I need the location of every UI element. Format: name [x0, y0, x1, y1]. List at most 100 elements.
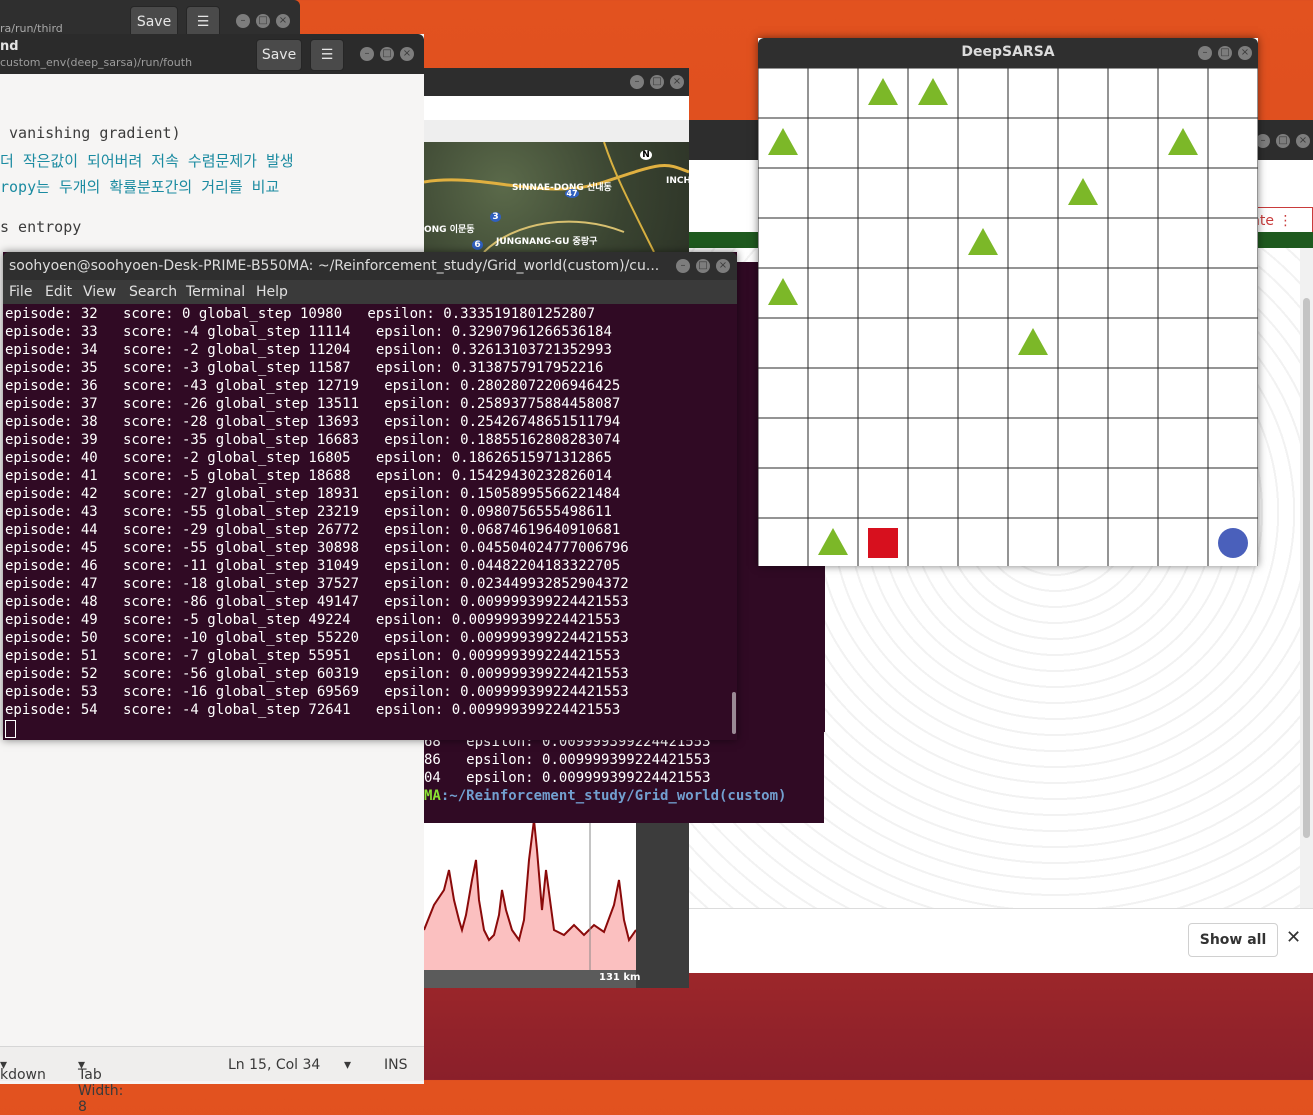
- prompt-host: MA: [424, 788, 441, 804]
- terminal-row: episode: 32 score: 0 global_step 10980 e…: [5, 306, 596, 322]
- tab-width-label: Tab Width: 8: [78, 1067, 124, 1115]
- minimize-icon[interactable]: –: [1198, 46, 1212, 60]
- maximize-icon[interactable]: □: [256, 14, 270, 28]
- elevation-chart: [423, 819, 637, 988]
- minimize-icon[interactable]: –: [676, 259, 690, 273]
- terminal-window: soohyoen@soohyoen-Desk-PRIME-B550MA: ~/R…: [3, 252, 737, 740]
- terminal-row: episode: 46 score: -11 global_step 31049…: [5, 558, 621, 574]
- terminal-prompt: MA:~/Reinforcement_study/Grid_world(cust…: [424, 788, 786, 804]
- maximize-icon[interactable]: □: [1218, 46, 1232, 60]
- maximize-icon[interactable]: □: [380, 47, 394, 61]
- terminal-row: episode: 39 score: -35 global_step 16683…: [5, 432, 621, 448]
- scrollbar-thumb[interactable]: [1303, 298, 1310, 838]
- download-bar-close-icon[interactable]: ✕: [1286, 927, 1301, 948]
- menu-help[interactable]: Help: [256, 284, 288, 300]
- terminal-header: soohyoen@soohyoen-Desk-PRIME-B550MA: ~/R…: [3, 252, 737, 280]
- chevron-down-icon[interactable]: ▾: [344, 1057, 351, 1073]
- terminal-row: episode: 50 score: -10 global_step 55220…: [5, 630, 629, 646]
- kebab-menu-icon[interactable]: ⋮: [1278, 213, 1292, 229]
- route-badge: 3: [490, 212, 501, 222]
- obstacle-triangle: [1068, 178, 1098, 205]
- code-line: s entropy: [0, 218, 82, 236]
- show-all-button[interactable]: Show all: [1188, 923, 1278, 957]
- download-bar: Show all ✕: [688, 908, 1313, 973]
- tab-width-selector[interactable]: Tab Width: 8 ▾: [78, 1057, 123, 1115]
- insert-mode: INS: [384, 1057, 408, 1073]
- editor-path: custom_env(deep_sarsa)/run/fouth: [0, 56, 193, 69]
- menu-search[interactable]: Search: [129, 284, 177, 300]
- menu-edit[interactable]: Edit: [45, 284, 72, 300]
- obstacle-triangle: [768, 128, 798, 155]
- grid-world-canvas: [758, 68, 1258, 566]
- deepsarsa-header: DeepSARSA – □ ×: [758, 38, 1258, 68]
- obstacle-triangle: [968, 228, 998, 255]
- terminal-line-step: 86: [424, 752, 441, 768]
- terminal-row: episode: 54 score: -4 global_step 72641 …: [5, 702, 621, 718]
- close-icon[interactable]: ×: [716, 259, 730, 273]
- terminal-row: episode: 44 score: -29 global_step 26772…: [5, 522, 621, 538]
- terminal-back-window: 68 epsilon: 0.009999399224421553 86 epsi…: [424, 728, 824, 823]
- menu-view[interactable]: View: [83, 284, 116, 300]
- cursor-position: Ln 15, Col 34: [228, 1057, 321, 1073]
- deepsarsa-title: DeepSARSA: [961, 44, 1055, 60]
- obstacle-triangle: [818, 528, 848, 555]
- agent-square: [868, 528, 898, 558]
- minimize-icon[interactable]: –: [630, 75, 644, 89]
- terminal-row: episode: 36 score: -43 global_step 12719…: [5, 378, 621, 394]
- menu-terminal[interactable]: Terminal: [186, 284, 245, 300]
- satellite-map[interactable]: SINNAE-DONG 신내동 JUNGNANG-GU 중랑구 ONG 이문동 …: [424, 142, 689, 252]
- terminal-row: episode: 47 score: -18 global_step 37527…: [5, 576, 629, 592]
- close-icon[interactable]: ×: [670, 75, 684, 89]
- language-selector[interactable]: kdown ▾: [0, 1057, 46, 1083]
- terminal-output[interactable]: episode: 32 score: 0 global_step 10980 e…: [3, 304, 737, 740]
- map-label: ONG 이문동: [424, 225, 475, 235]
- terminal-line: 86 epsilon: 0.009999399224421553: [424, 752, 711, 768]
- maximize-icon[interactable]: □: [1276, 134, 1290, 148]
- map-url-bar[interactable]: [424, 96, 689, 120]
- close-icon[interactable]: ×: [1238, 46, 1252, 60]
- terminal-row: episode: 34 score: -2 global_step 11204 …: [5, 342, 612, 358]
- terminal-row: episode: 51 score: -7 global_step 55951 …: [5, 648, 621, 664]
- terminal-row: episode: 33 score: -4 global_step 11114 …: [5, 324, 612, 340]
- obstacle-triangle: [918, 78, 948, 105]
- terminal-scrollbar[interactable]: [732, 692, 736, 734]
- map-window-header: – □ ×: [424, 68, 689, 96]
- minimize-icon[interactable]: –: [1256, 134, 1270, 148]
- browser-scrollbar[interactable]: [1300, 248, 1313, 908]
- menu-file[interactable]: File: [9, 284, 32, 300]
- maximize-icon[interactable]: □: [650, 75, 664, 89]
- editor-header: nd custom_env(deep_sarsa)/run/fouth Save…: [0, 34, 424, 74]
- deepsarsa-window: DeepSARSA – □ ×: [758, 38, 1258, 566]
- map-label: INCH: [666, 176, 689, 186]
- terminal-line: 04 epsilon: 0.009999399224421553: [424, 770, 711, 786]
- code-line: ropy는 두개의 확률분포간의 거리를 비교: [0, 178, 280, 196]
- code-line: vanishing gradient): [0, 124, 181, 142]
- terminal-line-epsilon: epsilon: 0.009999399224421553: [466, 752, 711, 768]
- terminal-row: episode: 53 score: -16 global_step 69569…: [5, 684, 629, 700]
- terminal-row: episode: 48 score: -86 global_step 49147…: [5, 594, 629, 610]
- obstacle-triangle: [868, 78, 898, 105]
- code-line: 더 작은값이 되어버려 저속 수렴문제가 발생: [0, 152, 294, 170]
- save-button[interactable]: Save: [256, 39, 302, 71]
- map-toolbar: [424, 120, 689, 142]
- close-icon[interactable]: ×: [1296, 134, 1310, 148]
- minimize-icon[interactable]: –: [236, 14, 250, 28]
- goal-circle: [1218, 528, 1248, 558]
- terminal-menu-bar: File Edit View Search Terminal Help: [3, 280, 737, 304]
- editor-status-bar: kdown ▾ Tab Width: 8 ▾ Ln 15, Col 34 ▾ I…: [0, 1046, 424, 1115]
- obstacle-triangle: [1168, 128, 1198, 155]
- terminal-row: episode: 52 score: -56 global_step 60319…: [5, 666, 629, 682]
- compass-icon: N: [640, 150, 652, 160]
- terminal-row: episode: 43 score: -55 global_step 23219…: [5, 504, 612, 520]
- route-badge: 47: [565, 189, 579, 198]
- minimize-icon[interactable]: –: [360, 47, 374, 61]
- language-label: kdown: [0, 1067, 46, 1083]
- maximize-icon[interactable]: □: [696, 259, 710, 273]
- map-label: SINNAE-DONG 신내동: [512, 183, 612, 193]
- terminal-row: episode: 42 score: -27 global_step 18931…: [5, 486, 621, 502]
- terminal-row: episode: 41 score: -5 global_step 18688 …: [5, 468, 612, 484]
- prompt-path: :~/Reinforcement_study/Grid_world(custom…: [440, 788, 787, 804]
- hamburger-icon[interactable]: ☰: [310, 39, 344, 71]
- close-icon[interactable]: ×: [400, 47, 414, 61]
- close-icon[interactable]: ×: [276, 14, 290, 28]
